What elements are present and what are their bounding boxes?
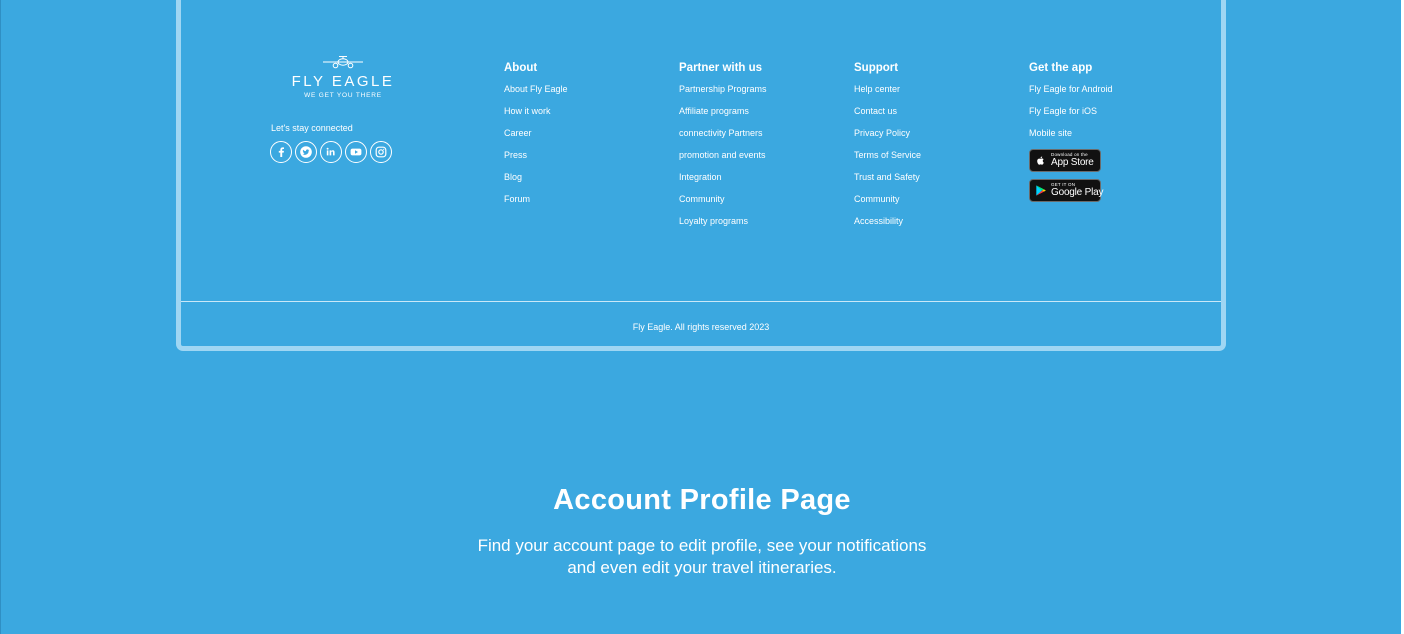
youtube-icon xyxy=(350,148,362,156)
social-links xyxy=(270,141,392,163)
column-heading: About xyxy=(504,62,538,74)
footer-link[interactable]: Trust and Safety xyxy=(854,171,921,193)
instagram-icon xyxy=(375,146,387,158)
footer-column-about: About About Fly Eagle How it work Career… xyxy=(504,61,568,215)
footer-link[interactable]: Accessibility xyxy=(854,215,921,237)
footer-link[interactable]: Help center xyxy=(854,83,921,105)
column-heading: Partner with us xyxy=(679,62,763,74)
brand-name: FLY EAGLE xyxy=(291,73,395,90)
column-heading: Get the app xyxy=(1029,62,1093,74)
footer-link[interactable]: Contact us xyxy=(854,105,921,127)
column-heading: Support xyxy=(854,62,899,74)
copyright-text: Fly Eagle. All rights reserved 2023 xyxy=(632,322,770,332)
app-store-label: App Store xyxy=(1051,157,1094,169)
google-play-button[interactable]: GET IT ON Google Play xyxy=(1029,179,1104,202)
brand-logo[interactable]: FLY EAGLE WE GET YOU THERE xyxy=(290,54,396,99)
apple-icon xyxy=(1037,156,1044,165)
footer-link[interactable]: Fly Eagle for iOS xyxy=(1029,105,1113,127)
page-left-edge xyxy=(0,0,1,634)
footer-link[interactable]: Blog xyxy=(504,171,568,193)
linkedin-icon xyxy=(326,147,335,156)
footer-column-get-app: Get the app Fly Eagle for Android Fly Ea… xyxy=(1029,61,1113,149)
footer-link[interactable]: How it work xyxy=(504,105,568,127)
footer-link[interactable]: Affiliate programs xyxy=(679,105,767,127)
footer-link[interactable]: connectivity Partners xyxy=(679,127,767,149)
footer-column-partner: Partner with us Partnership Programs Aff… xyxy=(679,61,767,237)
footer-link[interactable]: Career xyxy=(504,127,568,149)
hero-title: Account Profile Page xyxy=(553,484,851,516)
linkedin-link[interactable] xyxy=(320,141,342,163)
footer-link[interactable]: Press xyxy=(504,149,568,171)
footer-link[interactable]: Partnership Programs xyxy=(679,83,767,105)
footer-link[interactable]: Community xyxy=(679,193,767,215)
hero-subtitle-line: Find your account page to edit profile, … xyxy=(477,536,927,555)
facebook-icon xyxy=(278,147,284,157)
airplane-icon xyxy=(323,56,363,69)
footer-divider xyxy=(181,301,1221,302)
hero-subtitle: Find your account page to edit profile, … xyxy=(352,535,1052,579)
footer-link[interactable]: Loyalty programs xyxy=(679,215,767,237)
footer-link[interactable]: Forum xyxy=(504,193,568,215)
footer-link[interactable]: Fly Eagle for Android xyxy=(1029,83,1113,105)
hero-subtitle-line: and even edit your travel itineraries. xyxy=(567,558,837,577)
facebook-link[interactable] xyxy=(270,141,292,163)
twitter-icon xyxy=(300,146,312,158)
footer-link[interactable]: About Fly Eagle xyxy=(504,83,568,105)
instagram-link[interactable] xyxy=(370,141,392,163)
connect-label: Let's stay connected xyxy=(271,123,353,133)
app-store-button[interactable]: Download on the App Store xyxy=(1029,149,1101,172)
footer-link[interactable]: Integration xyxy=(679,171,767,193)
twitter-link[interactable] xyxy=(295,141,317,163)
footer-link[interactable]: promotion and events xyxy=(679,149,767,171)
google-play-label: Google Play xyxy=(1051,187,1104,199)
footer-column-support: Support Help center Contact us Privacy P… xyxy=(854,61,921,237)
brand-tagline: WE GET YOU THERE xyxy=(304,92,382,99)
footer-link[interactable]: Privacy Policy xyxy=(854,127,921,149)
youtube-link[interactable] xyxy=(345,141,367,163)
footer-link[interactable]: Mobile site xyxy=(1029,127,1113,149)
footer-link[interactable]: Community xyxy=(854,193,921,215)
google-play-icon xyxy=(1036,185,1046,196)
footer-link[interactable]: Terms of Service xyxy=(854,149,921,171)
